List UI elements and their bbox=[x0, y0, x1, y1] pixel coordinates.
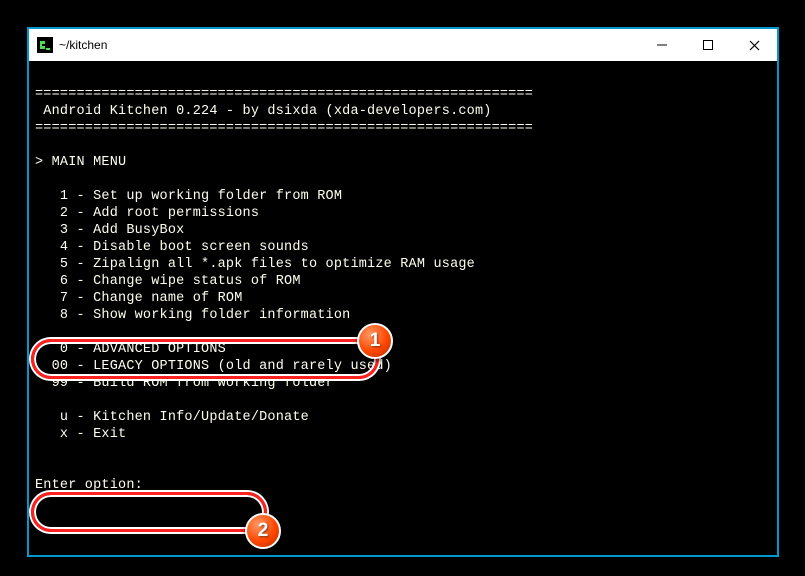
menu-item-advanced: 0 - ADVANCED OPTIONS bbox=[35, 342, 226, 357]
menu-item: 4 - Disable boot screen sounds bbox=[35, 240, 309, 255]
close-button[interactable] bbox=[731, 29, 777, 61]
input-prompt[interactable]: Enter option: bbox=[35, 478, 143, 493]
menu-item: 3 - Add BusyBox bbox=[35, 223, 184, 238]
divider-line: ========================================… bbox=[35, 121, 533, 136]
window-controls bbox=[639, 29, 777, 61]
window-title: ~/kitchen bbox=[59, 38, 639, 52]
menu-title: > MAIN MENU bbox=[35, 155, 126, 170]
menu-item: 8 - Show working folder information bbox=[35, 308, 350, 323]
divider-line: ========================================… bbox=[35, 87, 533, 102]
terminal-body[interactable]: ========================================… bbox=[29, 61, 777, 502]
menu-item: 6 - Change wipe status of ROM bbox=[35, 274, 301, 289]
cygwin-icon bbox=[37, 37, 53, 53]
terminal-window: ~/kitchen ==============================… bbox=[27, 27, 779, 557]
maximize-button[interactable] bbox=[685, 29, 731, 61]
menu-item: 1 - Set up working folder from ROM bbox=[35, 189, 342, 204]
menu-item: 2 - Add root permissions bbox=[35, 206, 259, 221]
menu-item: 00 - LEGACY OPTIONS (old and rarely used… bbox=[35, 359, 392, 374]
menu-item: 5 - Zipalign all *.apk files to optimize… bbox=[35, 257, 475, 272]
header-line: Android Kitchen 0.224 - by dsixda (xda-d… bbox=[35, 104, 492, 119]
menu-item: x - Exit bbox=[35, 427, 126, 442]
menu-item: u - Kitchen Info/Update/Donate bbox=[35, 410, 309, 425]
menu-item: 99 - Build ROM from working folder bbox=[35, 376, 334, 391]
titlebar: ~/kitchen bbox=[29, 29, 777, 61]
menu-item: 7 - Change name of ROM bbox=[35, 291, 243, 306]
minimize-button[interactable] bbox=[639, 29, 685, 61]
